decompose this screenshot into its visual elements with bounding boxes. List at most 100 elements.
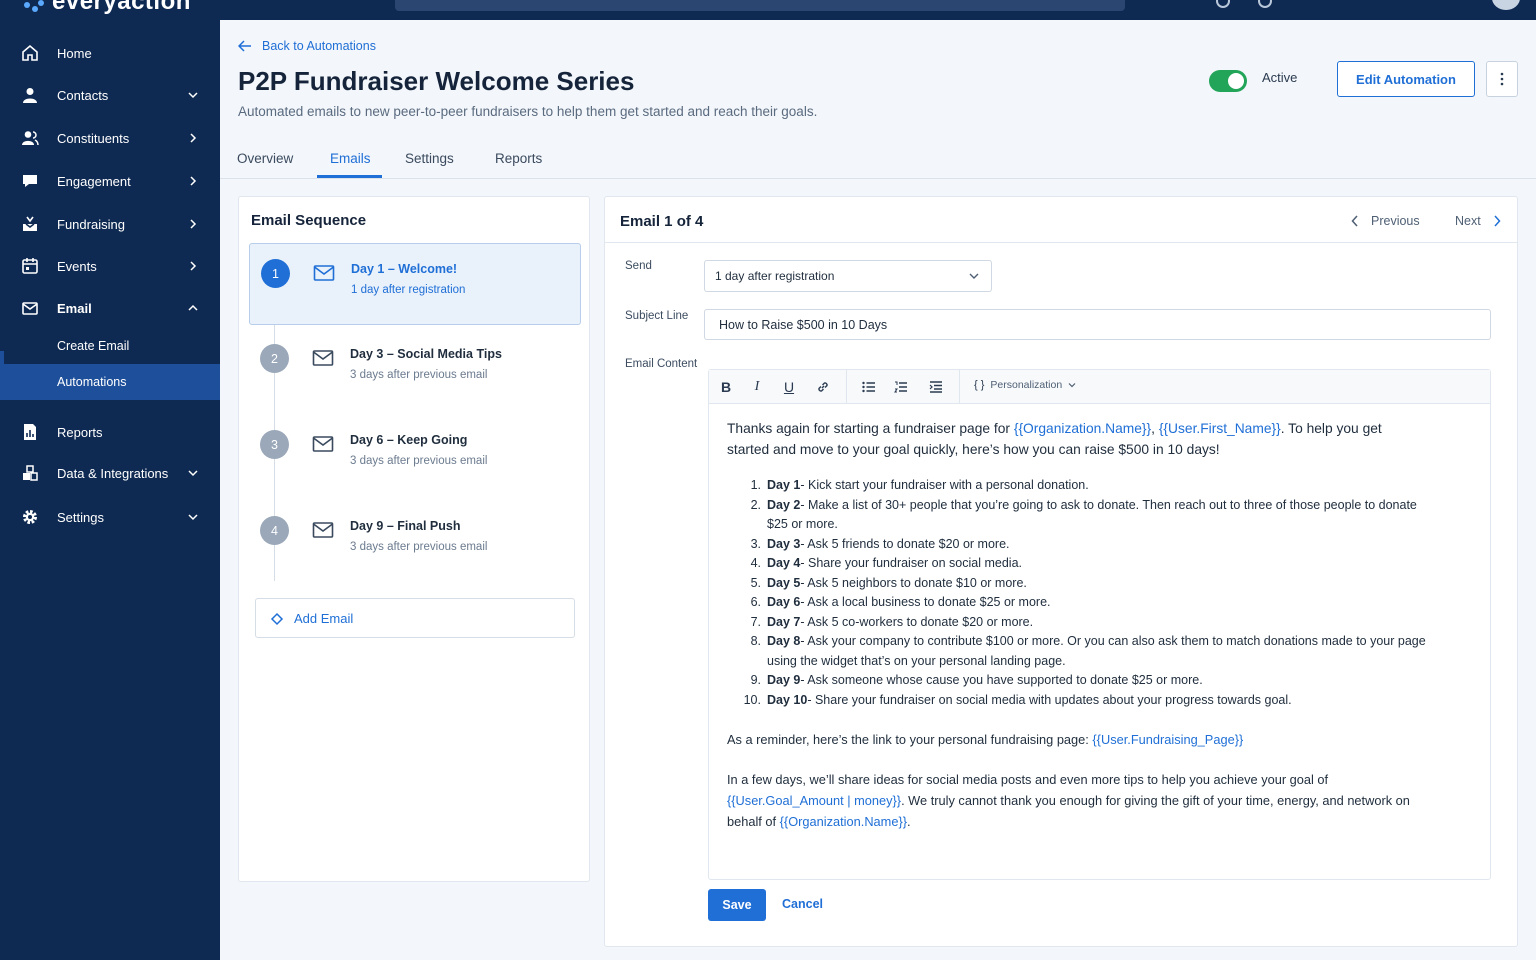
body-text: In a few days, we’ll share ideas for soc… bbox=[727, 772, 1329, 787]
personalization-dropdown[interactable]: { } Personalization bbox=[974, 379, 1076, 391]
day-label: Day 8 bbox=[767, 634, 801, 648]
chevron-right-icon bbox=[190, 176, 197, 186]
send-timing-select[interactable]: 1 day after registration bbox=[704, 260, 992, 292]
sidebar-item-create-email[interactable]: Create Email bbox=[0, 328, 220, 364]
step-number: 3 bbox=[260, 430, 289, 459]
chevron-down-icon bbox=[188, 470, 198, 477]
list-item: 4. Day 4- Share your fundraiser on social… bbox=[727, 554, 1427, 574]
brand-logo[interactable]: everyaction bbox=[22, 0, 191, 16]
save-button[interactable]: Save bbox=[708, 889, 766, 921]
active-toggle[interactable] bbox=[1209, 70, 1247, 92]
email-detail-panel: Email 1 of 4 Previous Next Send 1 day af… bbox=[604, 196, 1518, 947]
sidebar-item-data-integrations[interactable]: Data & Integrations bbox=[0, 453, 220, 493]
sequence-item[interactable]: 4 Day 9 – Final Push 3 days after previo… bbox=[249, 501, 581, 583]
sidebar-item-contacts[interactable]: Contacts bbox=[0, 75, 220, 115]
list-text: - Ask 5 co-workers to donate $20 or more… bbox=[800, 614, 1034, 629]
brand-name: everyaction bbox=[52, 0, 191, 15]
chevron-down-icon bbox=[188, 514, 198, 521]
list-number: 5. bbox=[750, 575, 761, 590]
body-text: . bbox=[907, 814, 911, 829]
sidebar-item-automations[interactable]: Automations bbox=[0, 364, 220, 400]
editor-toolbar: B I U { } Personalization bbox=[709, 370, 1490, 404]
mail-icon bbox=[312, 350, 334, 366]
indent-icon[interactable] bbox=[926, 377, 946, 397]
avatar[interactable] bbox=[1492, 0, 1520, 10]
sidebar-item-email[interactable]: Email bbox=[0, 288, 220, 328]
day-label: Day 2 bbox=[767, 497, 801, 512]
list-item: 9. Day 9- Ask someone whose cause you hav… bbox=[727, 671, 1427, 691]
sidebar-item-label: Data & Integrations bbox=[57, 465, 169, 481]
chat-icon bbox=[23, 175, 37, 187]
sidebar-item-constituents[interactable]: Constituents bbox=[0, 118, 220, 158]
list-item: 6. Day 6- Ask a local business to donate … bbox=[727, 593, 1427, 613]
sidebar-item-fundraising[interactable]: Fundraising bbox=[0, 204, 220, 244]
sidebar-item-reports[interactable]: Reports bbox=[0, 412, 220, 452]
tab-settings[interactable]: Settings bbox=[405, 151, 454, 166]
notification-icon[interactable] bbox=[1258, 0, 1272, 8]
edit-automation-button[interactable]: Edit Automation bbox=[1337, 61, 1475, 97]
personalization-label: Personalization bbox=[990, 379, 1063, 391]
sequence-item[interactable]: 3 Day 6 – Keep Going 3 days after previo… bbox=[249, 415, 581, 497]
step-timing: 3 days after previous email bbox=[350, 369, 488, 381]
next-button[interactable]: Next bbox=[1455, 214, 1501, 228]
bold-icon[interactable]: B bbox=[716, 377, 736, 397]
list-number: 9. bbox=[750, 673, 761, 687]
merge-field-token: {{Organization.Name}} bbox=[1013, 421, 1152, 436]
sidebar-item-home[interactable]: Home bbox=[0, 33, 220, 73]
sidebar-item-settings[interactable]: Settings bbox=[0, 497, 220, 537]
sequence-item[interactable]: 2 Day 3 – Social Media Tips 3 days after… bbox=[249, 329, 581, 411]
more-options-button[interactable] bbox=[1486, 61, 1518, 97]
back-link[interactable]: Back to Automations bbox=[238, 39, 376, 53]
database-icon bbox=[23, 465, 38, 481]
email-content-editor[interactable]: B I U { } Personalization Thanks again f… bbox=[708, 369, 1491, 880]
email-body: Thanks again for starting a fundraiser p… bbox=[727, 418, 1427, 832]
subject-line-input[interactable] bbox=[704, 309, 1491, 340]
home-icon bbox=[22, 44, 38, 61]
tab-emails[interactable]: Emails bbox=[330, 151, 371, 166]
underline-icon[interactable]: U bbox=[779, 377, 799, 397]
bulleted-list-icon[interactable] bbox=[859, 377, 879, 397]
tab-overview[interactable]: Overview bbox=[237, 151, 293, 166]
step-number: 2 bbox=[260, 344, 289, 373]
reminder-paragraph: As a reminder, here’s the link to your p… bbox=[727, 729, 1427, 750]
numbered-list-icon[interactable] bbox=[891, 377, 911, 397]
list-number: 4. bbox=[750, 556, 761, 570]
list-item: 8. Day 8- Ask your company to contribute … bbox=[727, 632, 1427, 671]
link-icon[interactable] bbox=[813, 377, 833, 397]
list-number: 7. bbox=[750, 614, 761, 629]
cancel-button[interactable]: Cancel bbox=[782, 897, 823, 911]
sidebar-item-label: Events bbox=[57, 258, 97, 274]
step-title: Day 1 – Welcome! bbox=[351, 262, 458, 276]
add-email-button[interactable]: Add Email bbox=[255, 598, 575, 638]
step-timing: 1 day after registration bbox=[351, 284, 466, 296]
list-text: - Ask someone whose cause you have suppo… bbox=[800, 673, 1203, 687]
toolbar-divider bbox=[959, 370, 960, 404]
day-label: Day 9 bbox=[767, 673, 801, 687]
help-icon[interactable] bbox=[1216, 0, 1230, 8]
list-number: 10. bbox=[743, 692, 761, 707]
list-text: - Ask a local business to donate $25 or … bbox=[800, 595, 1051, 609]
braces-icon: { } bbox=[974, 379, 985, 391]
sidebar-item-label: Home bbox=[57, 45, 92, 61]
search-input[interactable] bbox=[395, 0, 1125, 11]
previous-button[interactable]: Previous bbox=[1351, 214, 1420, 228]
steps-list: 1. Day 1- Kick start your fundraiser with… bbox=[727, 476, 1427, 710]
sequence-item[interactable]: 1 Day 1 – Welcome! 1 day after registrat… bbox=[249, 243, 581, 325]
list-item: 10. Day 10- Share your fundraiser on soci… bbox=[727, 691, 1427, 711]
donation-icon bbox=[23, 216, 37, 231]
sequence-title: Email Sequence bbox=[251, 212, 367, 229]
italic-icon[interactable]: I bbox=[747, 377, 767, 397]
day-label: Day 10 bbox=[767, 692, 808, 707]
list-item: 2. Day 2- Make a list of 30+ people that … bbox=[727, 496, 1427, 535]
merge-field-token: {{Organization.Name}} bbox=[779, 814, 908, 829]
sidebar-item-engagement[interactable]: Engagement bbox=[0, 161, 220, 201]
sidebar-item-label: Reports bbox=[57, 424, 103, 440]
step-title: Day 3 – Social Media Tips bbox=[350, 347, 502, 361]
list-number: 1. bbox=[750, 478, 761, 492]
day-label: Day 4 bbox=[767, 556, 801, 570]
sidebar-item-events[interactable]: Events bbox=[0, 246, 220, 286]
step-timing: 3 days after previous email bbox=[350, 455, 488, 467]
email-title: Email 1 of 4 bbox=[620, 213, 704, 230]
sidebar-item-label: Constituents bbox=[57, 130, 130, 146]
tab-reports[interactable]: Reports bbox=[495, 151, 542, 166]
